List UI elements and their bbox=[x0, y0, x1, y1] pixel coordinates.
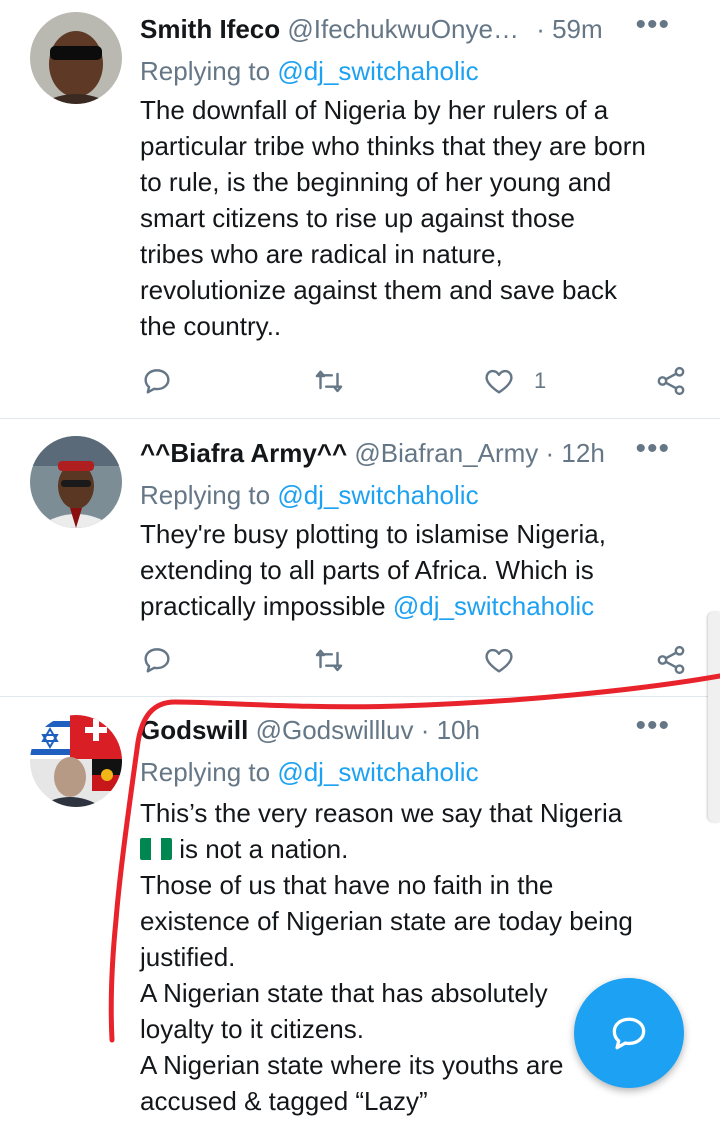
author-handle[interactable]: @IfechukwuOnye… bbox=[287, 14, 519, 44]
tweet-text-line: justified. bbox=[140, 942, 236, 972]
author-handle[interactable]: @Biafran_Army bbox=[354, 438, 538, 468]
avatar[interactable] bbox=[30, 12, 122, 104]
author-name[interactable]: Smith Ifeco bbox=[140, 14, 280, 44]
tweet-mention[interactable]: @dj_switchaholic bbox=[393, 591, 594, 621]
tweet-text-line: particular tribe who thinks that they ar… bbox=[140, 131, 646, 161]
tweet-text-line: extending to all parts of Africa. Which … bbox=[140, 555, 594, 585]
author-name[interactable]: Godswill bbox=[140, 715, 248, 745]
reply-icon bbox=[144, 369, 170, 394]
like-button[interactable] bbox=[482, 643, 516, 677]
avatar[interactable] bbox=[30, 715, 122, 807]
like-count: 1 bbox=[534, 368, 547, 393]
compose-reply-button[interactable] bbox=[574, 978, 684, 1088]
more-options-icon[interactable]: ••• bbox=[635, 709, 670, 743]
replying-to-label: Replying to bbox=[140, 757, 271, 787]
tweet-1[interactable]: Smith Ifeco @IfechukwuOnye… · 59m ••• Re… bbox=[0, 0, 720, 418]
share-button[interactable] bbox=[654, 643, 688, 677]
replying-to-label: Replying to bbox=[140, 480, 271, 510]
tweet-actions: 1 bbox=[140, 364, 700, 400]
retweet-icon bbox=[315, 370, 343, 393]
replying-to: Replying to @dj_switchaholic bbox=[140, 56, 479, 87]
tweet-text-line: smart citizens to rise up against those bbox=[140, 203, 575, 233]
reply-icon bbox=[144, 648, 170, 673]
tweet-text-line: to rule, is the beginning of her young a… bbox=[140, 167, 612, 197]
tweet-text-line: The downfall of Nigeria by her rulers of… bbox=[140, 95, 609, 125]
like-button[interactable]: 1 bbox=[482, 364, 546, 398]
retweet-icon bbox=[315, 649, 343, 672]
replying-to-mention[interactable]: @dj_switchaholic bbox=[277, 56, 478, 86]
retweet-button[interactable] bbox=[312, 643, 346, 677]
tweet-text-line: existence of Nigerian state are today be… bbox=[140, 906, 633, 936]
avatar[interactable] bbox=[30, 436, 122, 528]
compose-reply-icon bbox=[612, 1017, 646, 1050]
tweet-time: · 59m bbox=[536, 14, 603, 44]
tweet-time: · 12h bbox=[545, 438, 605, 468]
nigeria-flag-icon bbox=[140, 838, 172, 860]
tweet-time: · 10h bbox=[420, 715, 480, 745]
share-icon bbox=[657, 366, 685, 396]
replying-to-mention[interactable]: @dj_switchaholic bbox=[277, 480, 478, 510]
tweet-text-line: is not a nation. bbox=[140, 831, 694, 867]
tweet-text-line: Those of us that have no faith in the bbox=[140, 870, 554, 900]
tweet-text: The downfall of Nigeria by her rulers of… bbox=[140, 92, 694, 344]
scroll-indicator[interactable] bbox=[708, 612, 720, 822]
tweet-header: Godswill @Godswillluv · 10h ••• bbox=[140, 709, 700, 751]
tweet-2[interactable]: ^^Biafra Army^^ @Biafran_Army · 12h ••• … bbox=[0, 419, 720, 696]
tweet-text-line: revolutionize against them and save back bbox=[140, 275, 617, 305]
replying-to: Replying to @dj_switchaholic bbox=[140, 480, 479, 511]
tweet-text: They're busy plotting to islamise Nigeri… bbox=[140, 516, 694, 624]
replying-to-mention[interactable]: @dj_switchaholic bbox=[277, 757, 478, 787]
tweet-text-segment: practically impossible bbox=[140, 591, 393, 621]
reply-button[interactable] bbox=[140, 364, 174, 398]
tweet-text-line: the country.. bbox=[140, 311, 282, 341]
like-icon bbox=[485, 369, 513, 394]
tweet-text-line: accused & tagged “Lazy” bbox=[140, 1086, 428, 1116]
tweet-actions bbox=[140, 643, 700, 679]
tweet-text-line: This’s the very reason we say that Niger… bbox=[140, 798, 623, 828]
tweet-header: Smith Ifeco @IfechukwuOnye… · 59m ••• bbox=[140, 8, 700, 50]
tweet-text-line: They're busy plotting to islamise Nigeri… bbox=[140, 519, 606, 549]
more-options-icon[interactable]: ••• bbox=[635, 432, 670, 466]
replying-to: Replying to @dj_switchaholic bbox=[140, 757, 479, 788]
more-options-icon[interactable]: ••• bbox=[635, 8, 670, 42]
replying-to-label: Replying to bbox=[140, 56, 271, 86]
author-handle[interactable]: @Godswillluv bbox=[256, 715, 414, 745]
share-icon bbox=[657, 645, 685, 675]
tweet-header: ^^Biafra Army^^ @Biafran_Army · 12h ••• bbox=[140, 432, 700, 474]
author-name[interactable]: ^^Biafra Army^^ bbox=[140, 438, 347, 468]
tweet-text-line: tribes who are radical in nature, bbox=[140, 239, 503, 269]
share-button[interactable] bbox=[654, 364, 688, 398]
reply-button[interactable] bbox=[140, 643, 174, 677]
tweet-text-line: practically impossible @dj_switchaholic bbox=[140, 588, 694, 624]
like-icon bbox=[485, 648, 513, 673]
retweet-button[interactable] bbox=[312, 364, 346, 398]
tweet-text-segment: is not a nation. bbox=[172, 834, 349, 864]
